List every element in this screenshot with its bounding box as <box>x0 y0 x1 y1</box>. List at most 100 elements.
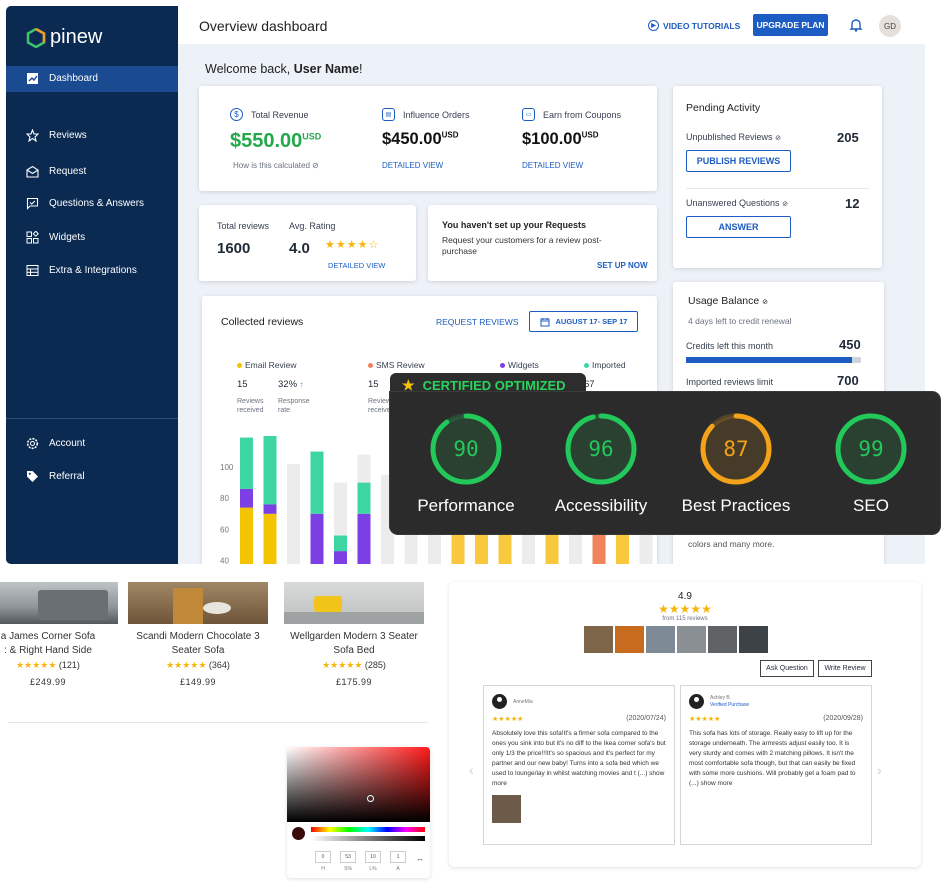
cup-shape <box>203 602 231 614</box>
reviews-detailed-link[interactable]: DETAILED VIEW <box>328 261 385 270</box>
list-icon <box>26 265 39 276</box>
email-rate-value: 32% <box>278 379 298 390</box>
color-cursor[interactable] <box>367 795 374 802</box>
publish-reviews-button[interactable]: PUBLISH REVIEWS <box>686 150 791 172</box>
color-value-label: A <box>396 866 400 872</box>
review-photo[interactable] <box>492 795 521 823</box>
bell-icon[interactable] <box>849 18 863 32</box>
influence-detailed-link[interactable]: DETAILED VIEW <box>382 161 443 170</box>
bar-segment[interactable] <box>357 482 371 514</box>
request-reviews-link[interactable]: REQUEST REVIEWS <box>436 317 519 327</box>
product-card[interactable]: Scandi Modern Chocolate 3 Seater Sofa ★★★… <box>128 582 268 687</box>
revenue-calc-note[interactable]: How is this calculated ⊘ <box>233 161 319 170</box>
color-value-input[interactable]: 0 <box>315 851 331 863</box>
review-meta: ★★★★★ (2020/09/28) <box>689 715 863 723</box>
next-arrow-icon[interactable]: › <box>877 762 882 778</box>
review-thumbnail[interactable] <box>708 626 737 653</box>
avg-rating-label: Avg. Rating <box>289 221 336 231</box>
sidebar-item-account[interactable]: Account <box>26 437 85 450</box>
total-revenue-label: Total Revenue <box>251 109 309 120</box>
legend-imported: Imported <box>584 360 626 370</box>
avatar-head <box>497 697 502 702</box>
bar-segment[interactable] <box>240 507 253 564</box>
gauge-score: 99 <box>858 437 883 461</box>
date-range-button[interactable]: AUGUST 17- SEP 17 <box>529 311 638 332</box>
review-thumbnail[interactable] <box>646 626 675 653</box>
answer-button[interactable]: ANSWER <box>686 216 791 238</box>
color-value-input[interactable]: 53 <box>340 851 356 863</box>
video-tutorials-link[interactable]: ▶ VIDEO TUTORIALS <box>648 20 740 31</box>
ask-question-button[interactable]: Ask Question <box>760 660 814 677</box>
color-value-input[interactable]: 1 <box>390 851 406 863</box>
blanket-shape <box>173 588 203 624</box>
product-card[interactable]: Wellgarden Modern 3 Seater Sofa Bed ★★★★★… <box>284 582 424 687</box>
product-image <box>284 582 424 624</box>
upgrade-plan-button[interactable]: UPGRADE PLAN <box>753 14 828 36</box>
legend-dot <box>500 363 505 368</box>
bar-segment[interactable] <box>263 504 277 514</box>
sidebar-item-integrations[interactable]: Extra & Integrations <box>26 264 137 277</box>
bar-segment[interactable] <box>334 551 347 564</box>
lighthouse-panel: 90 96 87 99 Performance Accessibility Best … <box>390 392 940 534</box>
coupons-detailed-link[interactable]: DETAILED VIEW <box>522 161 583 170</box>
sidebar-item-reviews[interactable]: Reviews <box>26 129 87 142</box>
color-inputs: 0 H 53 S% 10 L% 1 A <box>311 851 421 872</box>
avatar[interactable]: GD <box>879 15 901 37</box>
write-review-button[interactable]: Write Review <box>818 660 872 677</box>
prev-arrow-icon[interactable]: ‹ <box>469 762 474 778</box>
bar-segment[interactable] <box>310 513 324 564</box>
color-value-input[interactable]: 10 <box>365 851 381 863</box>
widget-thumbnails <box>584 626 768 653</box>
review-thumbnail[interactable] <box>677 626 706 653</box>
video-tutorials-label: VIDEO TUTORIALS <box>663 20 741 31</box>
review-text: Absolutely love this sofa!It's a firmer … <box>492 730 666 787</box>
product-name: a James Corner Sofa: & Right Hand Side <box>0 630 118 658</box>
product-rating: ★★★★★ (285) <box>284 660 424 671</box>
y-tick-label: 100 <box>220 463 234 472</box>
product-name-line: Sofa Bed <box>333 645 375 656</box>
top-bar: Overview dashboard ▶ VIDEO TUTORIALS UPG… <box>178 6 925 44</box>
performance-label: Performance <box>417 496 515 515</box>
bar-segment[interactable] <box>263 436 277 505</box>
sidebar-item-referral[interactable]: Referral <box>26 470 85 483</box>
alpha-slider[interactable] <box>311 836 425 841</box>
sidebar-item-widgets[interactable]: Widgets <box>26 231 85 244</box>
sidebar-item-request[interactable]: Request <box>26 165 86 178</box>
welcome-suffix: ! <box>359 62 363 76</box>
usage-subtitle: 4 days left to credit renewal <box>688 316 792 326</box>
info-icon: ⊘ <box>775 135 781 142</box>
logo[interactable]: pinew <box>26 26 102 49</box>
swap-format-icon[interactable]: ↔ <box>416 854 424 863</box>
saturation-area[interactable] <box>287 747 430 822</box>
review-thumbnail[interactable] <box>584 626 613 653</box>
collected-title: Collected reviews <box>221 316 304 328</box>
color-picker[interactable]: 0 H 53 S% 10 L% 1 A ↔ <box>287 747 430 878</box>
product-name-line: a James Corner Sofa <box>0 631 96 642</box>
review-thumbnail[interactable] <box>615 626 644 653</box>
bar-segment[interactable] <box>310 451 324 514</box>
hue-slider[interactable] <box>311 827 425 832</box>
calendar-icon <box>540 317 549 326</box>
bar-segment[interactable] <box>334 535 347 552</box>
reviews-summary-card: Total reviews 1600 Avg. Rating 4.0 ★★★★☆… <box>199 205 416 281</box>
credits-bar-fill <box>686 357 853 363</box>
product-card[interactable]: a James Corner Sofa: & Right Hand Side ★… <box>0 582 118 687</box>
product-rating: ★★★★★ (364) <box>128 660 268 671</box>
review-author-block: Ashley B. Verified Purchase <box>710 695 749 709</box>
orders-icon: ▤ <box>382 108 395 121</box>
y-tick-label: 60 <box>220 525 229 534</box>
stars-icon: ★★★★★ <box>658 602 712 616</box>
bar-segment[interactable] <box>357 513 371 564</box>
total-revenue-header: $ Total Revenue <box>230 108 309 121</box>
sidebar-item-questions[interactable]: Questions & Answers <box>26 197 144 210</box>
color-value-label: H <box>321 866 325 872</box>
bar-segment[interactable] <box>240 437 253 489</box>
review-header: AnneMia <box>492 694 666 709</box>
bar-segment[interactable] <box>240 488 253 508</box>
bar-segment[interactable] <box>263 513 277 564</box>
review-thumbnail[interactable] <box>739 626 768 653</box>
usage-footer-text: colors and many more. <box>688 539 775 549</box>
review-author: Ashley B. <box>710 694 732 701</box>
setup-now-link[interactable]: SET UP NOW <box>597 261 648 270</box>
sidebar-item-dashboard[interactable]: Dashboard <box>26 72 98 85</box>
